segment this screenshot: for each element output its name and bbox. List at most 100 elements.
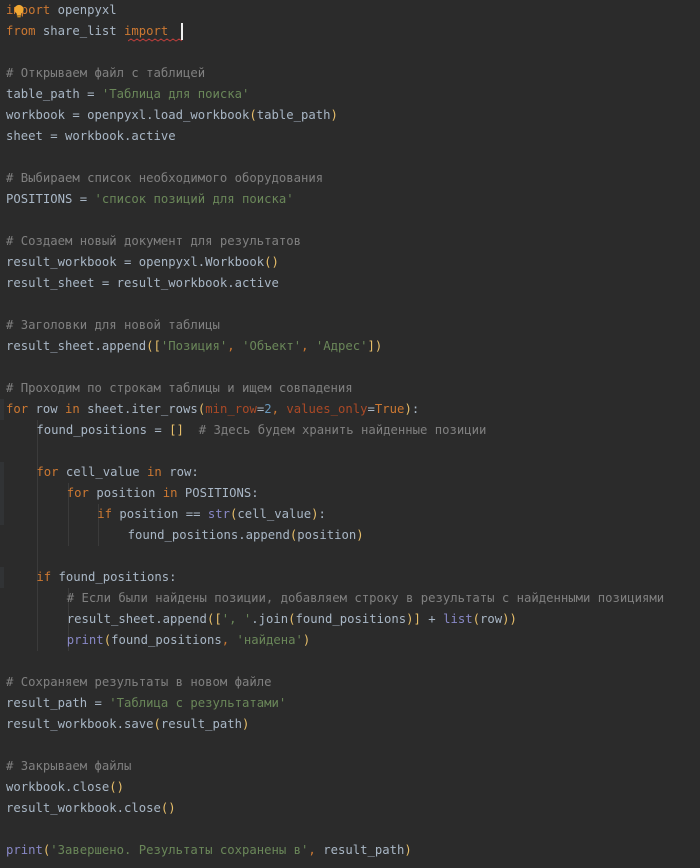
- code-token: found_positions:: [51, 570, 177, 584]
- code-token: print: [6, 843, 43, 857]
- code-token: ): [330, 108, 338, 122]
- code-token: ]): [367, 339, 383, 353]
- code-line[interactable]: result_workbook = openpyxl.Workbook(): [6, 252, 279, 273]
- code-line[interactable]: POSITIONS = 'список позиций для поиска': [6, 189, 294, 210]
- code-line[interactable]: print('Завершено. Результаты сохранены в…: [6, 840, 412, 861]
- code-token: result_path: [323, 843, 405, 857]
- code-token: # Здесь будем хранить найденные позиции: [198, 423, 487, 437]
- code-token: result_sheet = result_workbook.active: [6, 276, 279, 290]
- code-token: # Проходим по строкам таблицы и ищем сов…: [6, 381, 353, 395]
- lightbulb-icon[interactable]: [13, 4, 25, 18]
- code-token: result_sheet.append: [6, 339, 147, 353]
- code-token: ,: [227, 339, 243, 353]
- code-token: share_list: [35, 24, 125, 38]
- code-line[interactable]: # Сохраняем результаты в новом файле: [6, 672, 272, 693]
- code-line[interactable]: result_sheet.append([', '.join(found_pos…: [67, 609, 517, 630]
- code-line[interactable]: sheet = workbook.active: [6, 126, 176, 147]
- code-line[interactable]: result_workbook.save(result_path): [6, 714, 249, 735]
- fold-marker[interactable]: [0, 504, 4, 525]
- code-token: POSITIONS:: [177, 486, 259, 500]
- code-token: min_row: [205, 402, 257, 416]
- code-token: row: [28, 402, 66, 416]
- code-token: True: [374, 402, 405, 416]
- code-token: 'список позиций для поиска': [94, 192, 294, 206]
- code-token: import: [124, 24, 169, 38]
- code-token: workbook.close: [6, 780, 110, 794]
- code-token: result_path: [160, 717, 243, 731]
- code-token: (: [288, 612, 296, 626]
- code-token: ): [406, 612, 414, 626]
- code-token: position: [297, 528, 357, 542]
- code-token: 'найдена': [236, 633, 303, 647]
- code-token: (): [160, 801, 176, 815]
- code-token: in: [162, 486, 178, 500]
- code-token: ,: [271, 402, 287, 416]
- code-token: # Создаем новый документ для результатов: [6, 234, 302, 248]
- code-token: result_sheet.append: [66, 612, 207, 626]
- code-line[interactable]: result_workbook.close(): [6, 798, 176, 819]
- code-token: :: [318, 507, 326, 521]
- code-token: row: [479, 612, 503, 626]
- code-token: []: [169, 423, 184, 437]
- code-token: ([: [146, 339, 161, 353]
- code-token: =: [367, 402, 375, 416]
- code-token: sheet.iter_rows: [79, 402, 198, 416]
- fold-marker[interactable]: [0, 483, 4, 504]
- code-token: position ==: [111, 507, 208, 521]
- code-token: ', ': [221, 612, 252, 626]
- code-token: cell_value: [58, 465, 148, 479]
- code-line[interactable]: result_path = 'Таблица с результатами': [6, 693, 286, 714]
- code-line[interactable]: # Заголовки для новой таблицы: [6, 315, 220, 336]
- code-token: in: [147, 465, 162, 479]
- code-token: )): [502, 612, 517, 626]
- code-line[interactable]: for row in sheet.iter_rows(min_row=2, va…: [6, 399, 419, 420]
- code-token: position: [88, 486, 163, 500]
- code-token: list: [443, 612, 473, 626]
- code-token: (): [109, 780, 125, 794]
- code-token: found_positions: [295, 612, 407, 626]
- code-line[interactable]: if found_positions:: [36, 567, 176, 588]
- code-editor[interactable]: import openpyxl from share_list import # О…: [0, 0, 700, 868]
- code-line[interactable]: for cell_value in row:: [36, 462, 198, 483]
- code-token: ): [404, 843, 412, 857]
- code-line[interactable]: # Создаем новый документ для результатов: [6, 231, 301, 252]
- code-token: openpyxl: [50, 3, 117, 17]
- code-token: cell_value: [237, 507, 312, 521]
- code-line[interactable]: found_positions.append(position): [128, 525, 364, 546]
- code-token: for: [66, 486, 89, 500]
- code-token: ): [356, 528, 364, 542]
- code-token: values_only: [286, 402, 368, 416]
- code-token: sheet = workbook.active: [6, 129, 176, 143]
- code-line[interactable]: # Выбираем список необходимого оборудова…: [6, 168, 323, 189]
- code-token: from: [6, 24, 36, 38]
- code-line[interactable]: result_sheet = result_workbook.active: [6, 273, 279, 294]
- code-token: found_positions =: [36, 423, 170, 437]
- code-token: found_positions.append: [127, 528, 290, 542]
- code-token: 'Таблица для поиска': [101, 87, 250, 101]
- code-token: 'Завершено. Результаты сохранены в': [50, 843, 309, 857]
- code-token: in: [65, 402, 80, 416]
- code-token: for: [36, 465, 59, 479]
- code-line[interactable]: table_path = 'Таблица для поиска': [6, 84, 249, 105]
- fold-marker[interactable]: [0, 567, 4, 588]
- fold-marker[interactable]: [0, 462, 4, 483]
- code-token: ,: [221, 633, 237, 647]
- code-token: result_workbook.save: [6, 717, 154, 731]
- code-line[interactable]: found_positions = [] # Здесь будем храни…: [36, 420, 486, 441]
- code-line[interactable]: workbook.close(): [6, 777, 124, 798]
- code-line[interactable]: # Открываем файл с таблицей: [6, 63, 205, 84]
- code-token: result_workbook.close: [6, 801, 161, 815]
- text-cursor: [181, 23, 183, 40]
- code-line[interactable]: # Закрываем файлы: [6, 756, 131, 777]
- code-line[interactable]: # Если были найдены позиции, добавляем с…: [67, 588, 664, 609]
- code-line[interactable]: print(found_positions, 'найдена'): [67, 630, 310, 651]
- code-token: (: [153, 717, 161, 731]
- code-token: for: [6, 402, 29, 416]
- code-line[interactable]: result_sheet.append(['Позиция', 'Объект'…: [6, 336, 382, 357]
- code-line[interactable]: if position == str(cell_value):: [97, 504, 326, 525]
- code-line[interactable]: workbook = openpyxl.load_workbook(table_…: [6, 105, 338, 126]
- code-line[interactable]: for position in POSITIONS:: [67, 483, 259, 504]
- code-token: ,: [308, 843, 324, 857]
- fold-marker[interactable]: [0, 399, 4, 420]
- code-line[interactable]: # Проходим по строкам таблицы и ищем сов…: [6, 378, 353, 399]
